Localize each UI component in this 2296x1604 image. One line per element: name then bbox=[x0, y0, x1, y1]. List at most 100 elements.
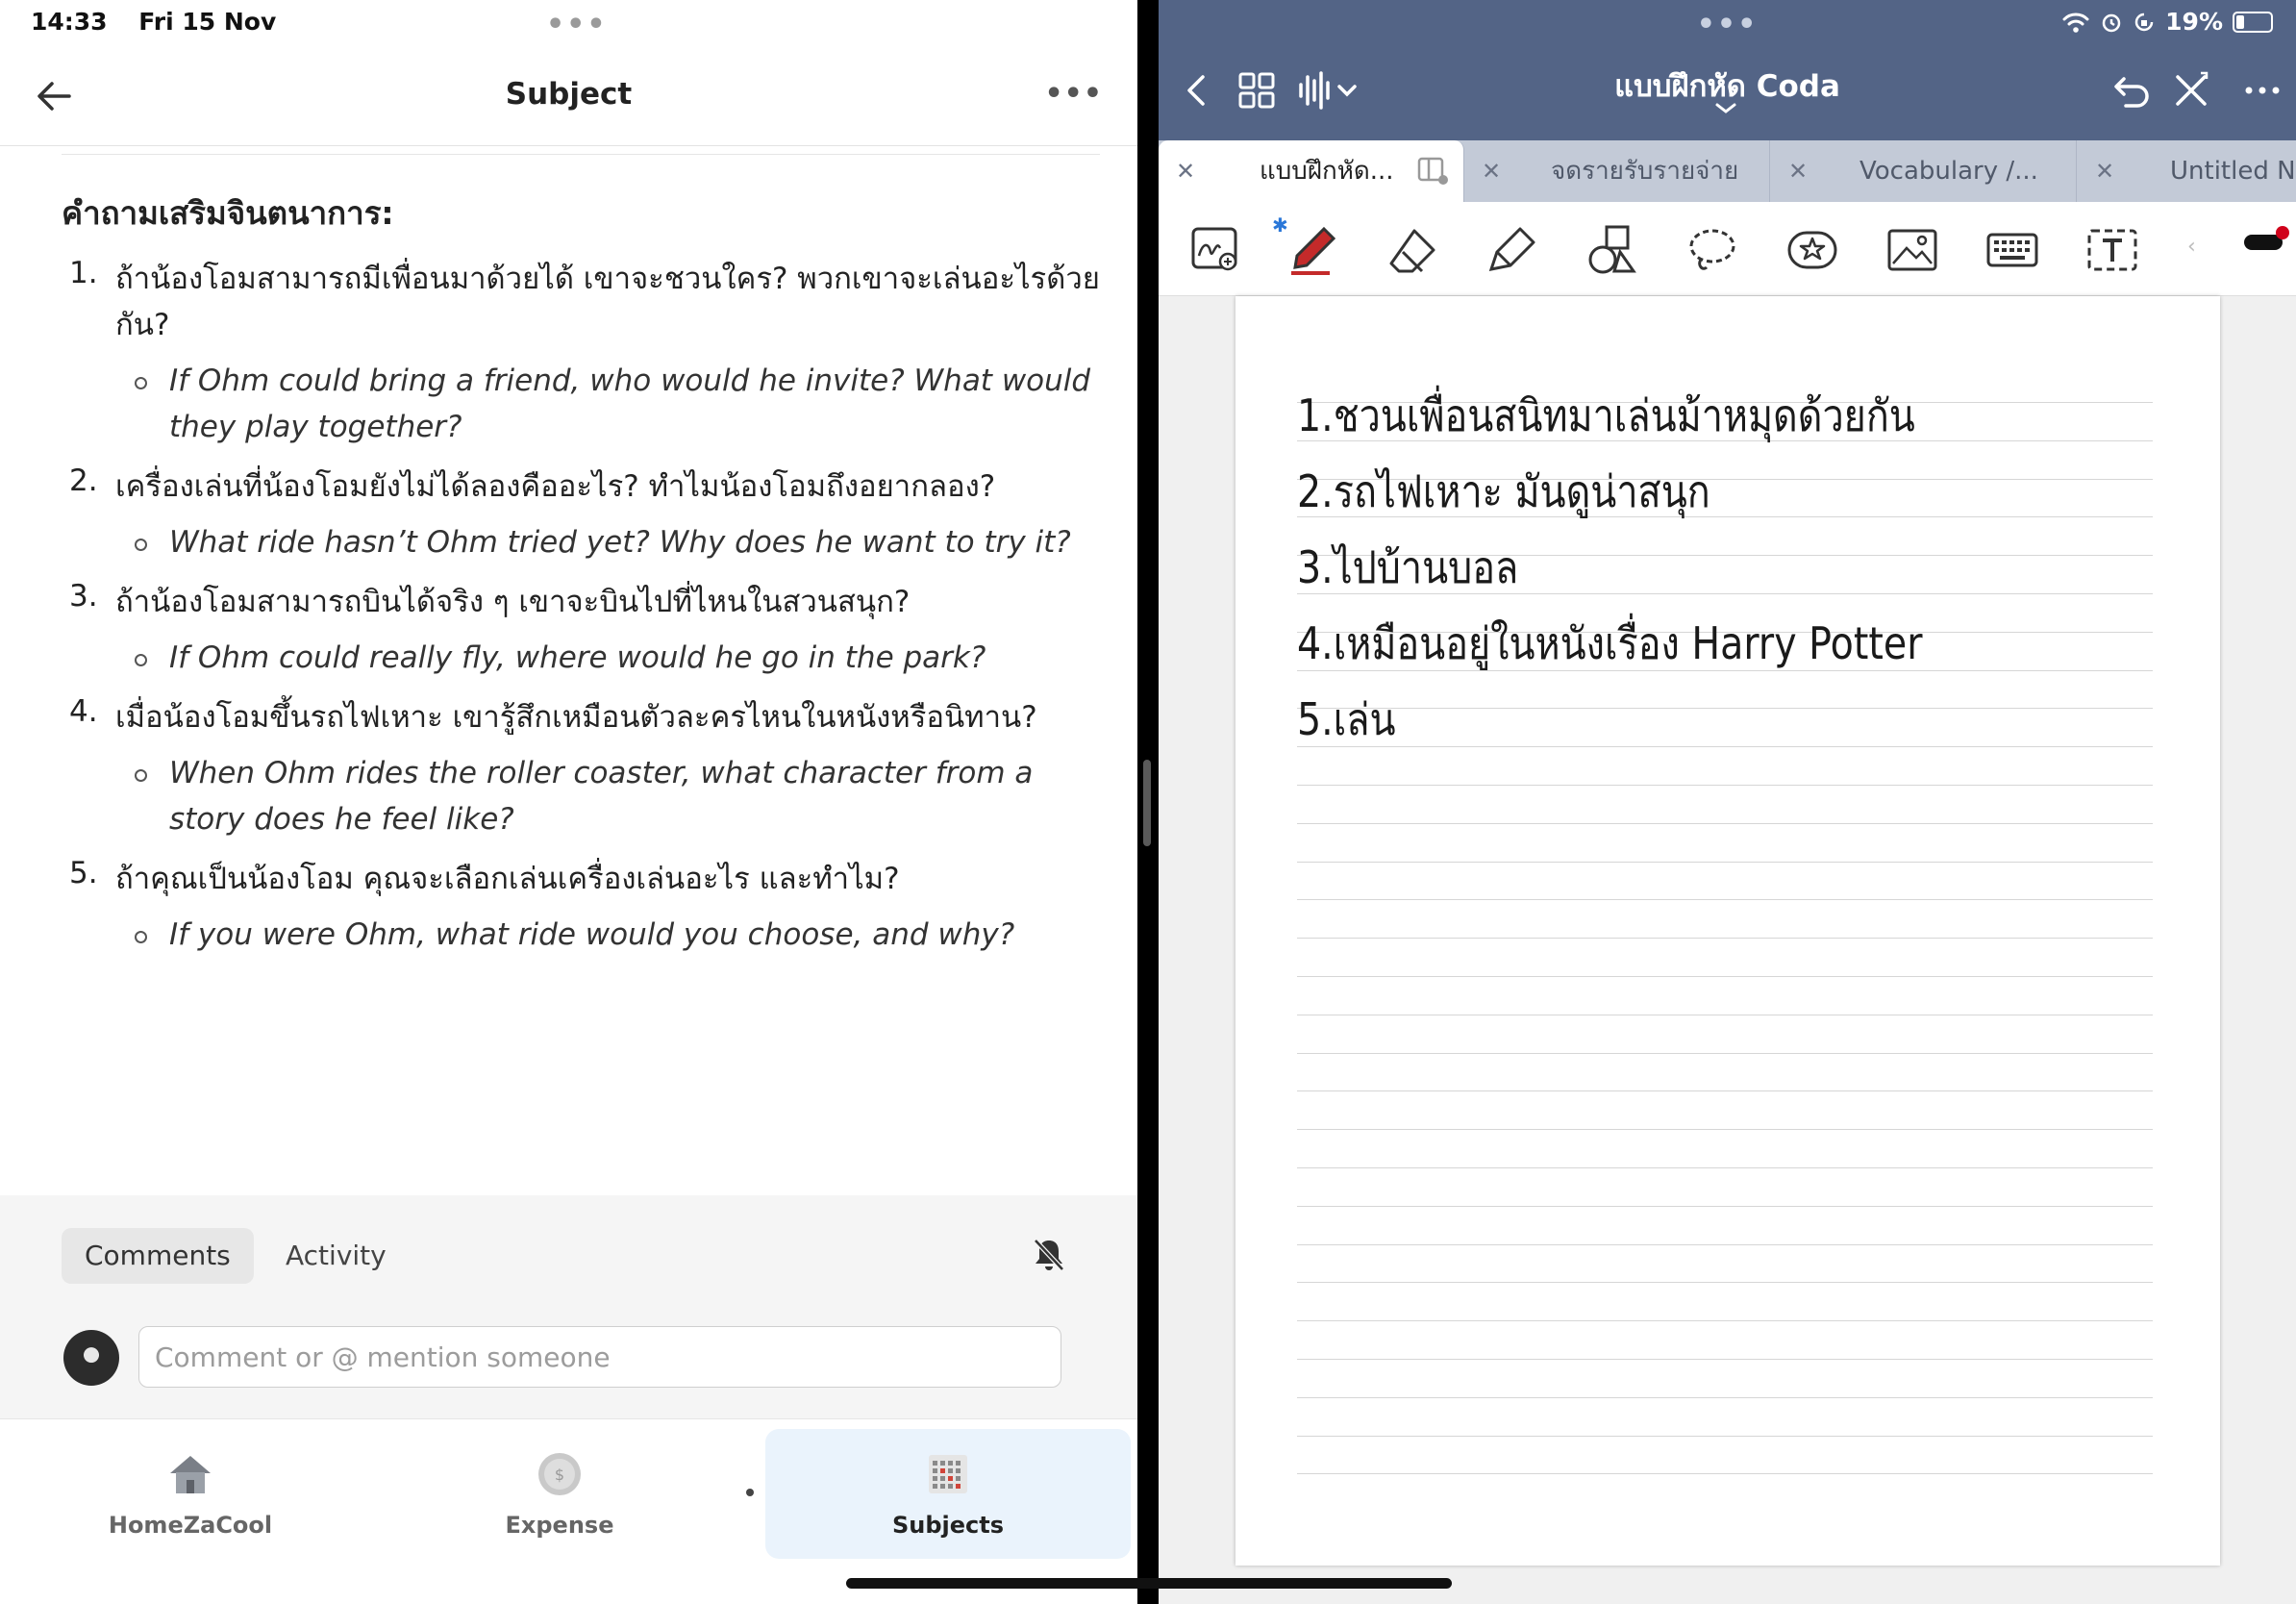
comment-input[interactable] bbox=[138, 1326, 1061, 1388]
toolbar-scroll-chevron-icon[interactable]: ‹ bbox=[2187, 235, 2196, 259]
close-mode-icon[interactable] bbox=[2168, 67, 2214, 113]
tab-label: Vocabulary /... bbox=[1859, 157, 2038, 186]
ruled-line bbox=[1297, 1205, 2153, 1207]
doc-tab-active[interactable]: ✕ แบบฝึกหัด... bbox=[1159, 140, 1464, 202]
divider-handle[interactable] bbox=[1143, 760, 1151, 846]
question-item: 3. ถ้าน้องโอมสามารถบินได้จริง ๆ เขาจะบิน… bbox=[62, 579, 1100, 681]
lasso-icon[interactable] bbox=[1685, 223, 1739, 277]
question-english: If Ohm could really fly, where would he … bbox=[115, 635, 1100, 681]
tab-label: Subjects bbox=[891, 1512, 1005, 1539]
question-item: 5. ถ้าคุณเป็นน้องโอม คุณจะเลือกเล่นเครื่… bbox=[62, 856, 1100, 958]
ruled-line bbox=[1297, 976, 2153, 977]
multitask-handle-icon[interactable]: ••• bbox=[546, 8, 608, 41]
eraser-icon[interactable] bbox=[1385, 223, 1439, 277]
image-icon[interactable] bbox=[1885, 223, 1939, 277]
question-number: 5. bbox=[69, 856, 98, 890]
question-thai: ถ้าน้องโอมสามารถบินได้จริง ๆ เขาจะบินไปท… bbox=[115, 585, 911, 619]
handwriting-line: 1.ชวนเพื่อนสนิทมาเล่นม้าหมุดด้วยกัน bbox=[1297, 389, 1915, 441]
ruled-line bbox=[1297, 1359, 2153, 1360]
ruled-line bbox=[1297, 1243, 2153, 1245]
ruled-line bbox=[1297, 785, 2153, 786]
ruled-line bbox=[1297, 708, 2153, 710]
rotation-lock-icon bbox=[2134, 13, 2154, 31]
question-english: If you were Ohm, what ride would you cho… bbox=[115, 912, 1100, 958]
ruled-line bbox=[1297, 1435, 2153, 1437]
question-thai: เครื่องเล่นที่น้องโอมยังไม่ได้ลองคืออะไร… bbox=[115, 469, 996, 504]
tab-label: Untitled N bbox=[2170, 157, 2296, 186]
ruled-line bbox=[1297, 1320, 2153, 1322]
tab-comments[interactable]: Comments bbox=[62, 1228, 254, 1284]
keyboard-icon[interactable] bbox=[1985, 223, 2039, 277]
question-thai: ถ้าคุณเป็นน้องโอม คุณจะเลือกเล่นเครื่องเ… bbox=[115, 862, 900, 896]
text-box-icon[interactable] bbox=[2085, 223, 2139, 277]
ruled-line bbox=[1297, 1473, 2153, 1475]
home-indicator[interactable] bbox=[846, 1578, 1452, 1589]
split-tab-icon[interactable] bbox=[1417, 156, 1450, 187]
ruled-line bbox=[1297, 1282, 2153, 1284]
pen-tool-icon[interactable] bbox=[1285, 223, 1339, 277]
tab-label: จดรายรับรายจ่าย bbox=[1551, 157, 1739, 186]
split-view-divider[interactable] bbox=[1137, 0, 1159, 1604]
question-thai: ถ้าน้องโอมสามารถมีเพื่อนมาด้วยได้ เขาจะช… bbox=[115, 262, 1100, 342]
question-item: 4. เมื่อน้องโอมขึ้นรถไฟเหาะ เขารู้สึกเหม… bbox=[62, 694, 1100, 842]
battery-percent: 19% bbox=[2165, 8, 2223, 36]
ruled-line bbox=[1297, 1396, 2153, 1398]
house-icon bbox=[170, 1456, 211, 1493]
tab-label: HomeZaCool bbox=[108, 1512, 273, 1539]
sticker-icon[interactable] bbox=[1785, 223, 1839, 277]
close-tab-icon[interactable]: ✕ bbox=[2095, 140, 2114, 202]
more-options-icon[interactable] bbox=[2239, 67, 2285, 113]
handwriting-line: 5.เล่น bbox=[1297, 693, 1396, 745]
notebook-page[interactable]: 1.ชวนเพื่อนสนิทมาเล่นม้าหมุดด้วยกัน 2.รถ… bbox=[1235, 296, 2220, 1566]
ruled-line bbox=[1297, 1052, 2153, 1054]
close-tab-icon[interactable]: ✕ bbox=[1482, 140, 1501, 202]
tab-homezacool[interactable]: HomeZaCool bbox=[8, 1429, 373, 1559]
page-title: Subject bbox=[505, 77, 633, 112]
comments-section: Comments Activity bbox=[0, 1195, 1137, 1418]
doc-tab[interactable]: ✕ Vocabulary /... bbox=[1771, 140, 2077, 202]
status-bar: 19% bbox=[2061, 8, 2273, 36]
close-tab-icon[interactable]: ✕ bbox=[1176, 140, 1195, 202]
coin-icon: $ bbox=[538, 1453, 581, 1495]
doc-tab[interactable]: ✕ Untitled N bbox=[2078, 140, 2296, 202]
tab-subjects[interactable]: Subjects bbox=[765, 1429, 1131, 1559]
tab-label: Expense bbox=[505, 1512, 614, 1539]
goodnotes-pane: ••• 19% แบบฝึกหัด Coda ✕ แบบฝึกหัด... ✕ … bbox=[1159, 0, 2296, 1604]
zoom-window-icon[interactable] bbox=[1189, 223, 1243, 277]
ruled-line bbox=[1297, 746, 2153, 748]
more-options-icon[interactable]: ••• bbox=[1044, 77, 1103, 111]
question-number: 2. bbox=[69, 464, 98, 498]
title-chevron-icon[interactable] bbox=[1711, 102, 1740, 115]
status-bar: 14:33 Fri 15 Nov bbox=[31, 8, 299, 36]
document-tab-strip: ✕ แบบฝึกหัด... ✕ จดรายรับรายจ่าย ✕ Vocab… bbox=[1159, 140, 2296, 202]
tab-expense[interactable]: $ Expense bbox=[377, 1429, 742, 1559]
drawing-toolbar: ✱ ‹ bbox=[1159, 202, 2296, 296]
question-english: When Ohm rides the roller coaster, what … bbox=[115, 750, 1100, 842]
ruled-line bbox=[1297, 938, 2153, 940]
bell-muted-icon[interactable] bbox=[1030, 1236, 1068, 1274]
ruled-line bbox=[1297, 1129, 2153, 1131]
question-number: 4. bbox=[69, 694, 98, 729]
dot-indicator bbox=[746, 1489, 754, 1496]
svg-text:$: $ bbox=[555, 1466, 564, 1484]
close-tab-icon[interactable]: ✕ bbox=[1788, 140, 1808, 202]
handwriting-line: 4.เหมือนอยู่ในหนังเรื่อง Harry Potter bbox=[1297, 617, 1923, 669]
handwriting-line: 2.รถไฟเหาะ มันดูน่าสนุก bbox=[1297, 465, 1710, 517]
ruled-line bbox=[1297, 822, 2153, 824]
pen-color-swatch-icon[interactable] bbox=[2238, 225, 2296, 258]
nav-bar: Subject ••• bbox=[0, 58, 1137, 146]
bottom-tab-bar: HomeZaCool $ Expense Subjects bbox=[0, 1418, 1137, 1604]
question-item: 1. ถ้าน้องโอมสามารถมีเพื่อนมาด้วยได้ เขา… bbox=[62, 256, 1100, 450]
question-item: 2. เครื่องเล่นที่น้องโอมยังไม่ได้ลองคืออ… bbox=[62, 464, 1100, 565]
doc-tab[interactable]: ✕ จดรายรับรายจ่าย bbox=[1464, 140, 1770, 202]
undo-icon[interactable] bbox=[2109, 67, 2155, 113]
status-date: Fri 15 Nov bbox=[138, 8, 277, 36]
question-english: What ride hasn’t Ohm tried yet? Why does… bbox=[115, 519, 1100, 565]
notes-header: ••• 19% แบบฝึกหัด Coda bbox=[1159, 0, 2296, 140]
highlighter-icon[interactable] bbox=[1485, 223, 1539, 277]
question-number: 3. bbox=[69, 579, 98, 614]
handwriting-line: 3.ไปบ้านบอล bbox=[1297, 541, 1519, 593]
avatar bbox=[63, 1330, 119, 1386]
tab-activity[interactable]: Activity bbox=[286, 1228, 387, 1284]
shapes-icon[interactable] bbox=[1585, 223, 1639, 277]
